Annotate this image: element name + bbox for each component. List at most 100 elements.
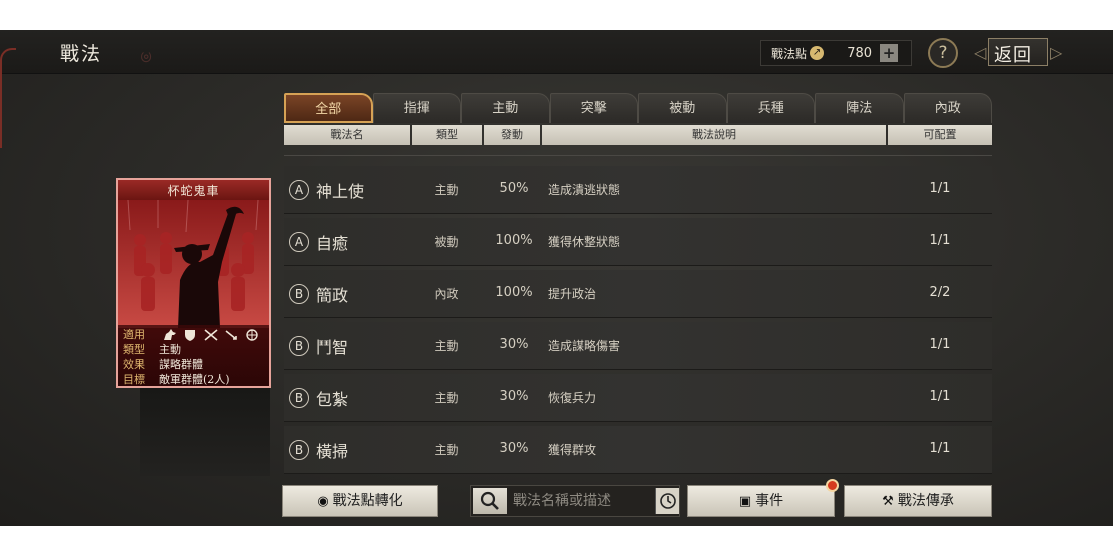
tactic-name: 鬥智	[316, 338, 349, 357]
points-label: 戰法點	[771, 46, 808, 61]
crossed-spears-icon	[203, 329, 218, 341]
tactic-rate: 30%	[499, 441, 529, 456]
tactic-card[interactable]: 杯蛇鬼車 適用 類型 主動 效果 謀略群體 目標 敵軍群體(2人)	[116, 178, 271, 388]
tactic-name: 自癒	[316, 234, 349, 253]
table-row[interactable]: A 自癒 被動 100% 獲得休整狀態 1/1	[284, 218, 992, 266]
tactic-name: 簡政	[316, 286, 349, 305]
tactic-rate: 30%	[499, 337, 529, 352]
card-title-bar: 杯蛇鬼車	[118, 180, 269, 200]
history-button[interactable]	[655, 488, 679, 514]
tactic-slots: 1/1	[929, 181, 951, 196]
compass-icon: ◉	[317, 494, 329, 509]
tactic-points-display: 戰法點 ↗ 780 +	[760, 40, 912, 66]
tactic-type: 主動	[434, 391, 459, 405]
convert-label: 戰法點轉化	[332, 493, 403, 509]
chevron-right-icon: ▷	[1050, 43, 1063, 62]
tactic-description: 獲得休整狀態	[548, 235, 621, 249]
tab-assault[interactable]: 突擊	[549, 93, 638, 123]
grade-badge: B	[289, 284, 309, 304]
column-description: 戰法說明	[542, 125, 886, 145]
tactic-list[interactable]: A 神上使 主動 50% 造成潰逃狀態 1/1 A 自癒 被動 100% 獲得休…	[284, 148, 992, 478]
tactic-name: 神上使	[316, 182, 365, 201]
card-effect-line: 效果 謀略群體	[123, 357, 264, 372]
target-value: 敵軍群體(2人)	[159, 373, 230, 386]
search-input[interactable]	[513, 490, 651, 512]
tab-command[interactable]: 指揮	[372, 93, 461, 123]
apply-label: 適用	[123, 328, 145, 341]
grade-badge: A	[289, 180, 309, 200]
tactic-description: 恢復兵力	[548, 391, 597, 405]
tactic-rate: 30%	[499, 389, 529, 404]
effect-value: 謀略群體	[159, 358, 203, 371]
list-top-edge	[284, 148, 992, 156]
inherit-label: 戰法傳承	[897, 493, 954, 509]
general-silhouette	[140, 388, 270, 476]
effect-label: 效果	[123, 358, 145, 371]
card-title: 杯蛇鬼車	[167, 184, 220, 198]
tactic-rate: 50%	[499, 181, 529, 196]
page-title: 戰法	[60, 43, 103, 65]
convert-points-button[interactable]: ◉ 戰法點轉化	[282, 485, 438, 517]
table-row[interactable]: B 橫掃 主動 30% 獲得群攻 1/1	[284, 426, 992, 474]
column-slots[interactable]: 可配置	[888, 125, 992, 145]
column-rate[interactable]: 發動	[484, 125, 540, 145]
add-points-button[interactable]: +	[880, 44, 899, 62]
tactic-rate: 100%	[495, 233, 533, 248]
type-value: 主動	[159, 343, 181, 356]
help-button[interactable]: ?	[928, 38, 958, 68]
event-label: 事件	[755, 493, 784, 509]
card-info-panel: 適用 類型 主動 效果 謀略群體 目標 敵軍群體(2人)	[118, 325, 269, 386]
table-row[interactable]: B 包紮 主動 30% 恢復兵力 1/1	[284, 374, 992, 422]
tactic-slots: 1/1	[929, 337, 951, 352]
notification-badge	[826, 479, 839, 492]
grade-badge: B	[289, 388, 309, 408]
points-value: 780	[847, 45, 873, 61]
tactic-slots: 1/1	[929, 233, 951, 248]
table-row[interactable]: B 簡政 內政 100% 提升政治 2/2	[284, 270, 992, 318]
column-type[interactable]: 類型	[412, 125, 482, 145]
card-type-line: 類型 主動	[123, 342, 264, 357]
search-button[interactable]	[473, 488, 507, 514]
chevron-left-icon: ◁	[974, 43, 987, 62]
table-row[interactable]: A 神上使 主動 50% 造成潰逃狀態 1/1	[284, 166, 992, 214]
tab-formation[interactable]: 陣法	[815, 93, 904, 123]
tab-domestic[interactable]: 內政	[903, 93, 992, 123]
tactic-description: 造成謀略傷害	[548, 339, 621, 353]
back-button[interactable]: ◁ 返回 ▷	[972, 37, 1064, 69]
target-label: 目標	[123, 373, 145, 386]
card-target-line: 目標 敵軍群體(2人)	[123, 372, 264, 386]
category-tabs: 全部 指揮 主動 突擊 被動 兵種 陣法 內政	[284, 93, 992, 123]
tactic-type: 被動	[434, 235, 459, 249]
tactic-type: 主動	[434, 443, 459, 457]
tactic-description: 獲得群攻	[548, 443, 597, 457]
tactic-type: 內政	[434, 287, 459, 301]
inherit-button[interactable]: ⚒ 戰法傳承	[844, 485, 992, 517]
search-icon	[480, 491, 499, 510]
tab-troop[interactable]: 兵種	[726, 93, 815, 123]
tactic-rate: 100%	[495, 285, 533, 300]
hammer-icon: ⚒	[882, 494, 894, 509]
type-label: 類型	[123, 343, 145, 356]
shield-icon	[185, 330, 195, 341]
book-icon: ▣	[738, 494, 752, 509]
tactic-name: 橫掃	[316, 442, 349, 461]
card-apply-line: 適用	[123, 327, 264, 342]
tab-passive[interactable]: 被動	[638, 93, 727, 123]
back-label: 返回	[994, 45, 1032, 66]
grade-badge: A	[289, 232, 309, 252]
cloud-ornament-icon: ၑ	[140, 43, 153, 68]
tab-active[interactable]: 主動	[461, 93, 550, 123]
table-row[interactable]: B 鬥智 主動 30% 造成謀略傷害 1/1	[284, 322, 992, 370]
tab-all[interactable]: 全部	[284, 93, 373, 123]
column-name[interactable]: 戰法名	[284, 125, 410, 145]
tactic-name: 包紮	[316, 390, 349, 409]
wheel-icon	[245, 329, 258, 341]
grade-badge: B	[289, 440, 309, 460]
grade-badge: B	[289, 336, 309, 356]
top-bar: 戰法 ၑ 戰法點 ↗ 780 + ? ◁ 返回 ▷	[0, 30, 1113, 148]
event-button[interactable]: ▣ 事件	[687, 485, 835, 517]
bow-icon	[225, 330, 237, 340]
decorative-accent	[0, 48, 16, 148]
game-screen: 戰法 ၑ 戰法點 ↗ 780 + ? ◁ 返回 ▷ 全部 指揮 主動 突擊 被動…	[0, 30, 1113, 526]
tactic-description: 造成潰逃狀態	[548, 183, 621, 197]
